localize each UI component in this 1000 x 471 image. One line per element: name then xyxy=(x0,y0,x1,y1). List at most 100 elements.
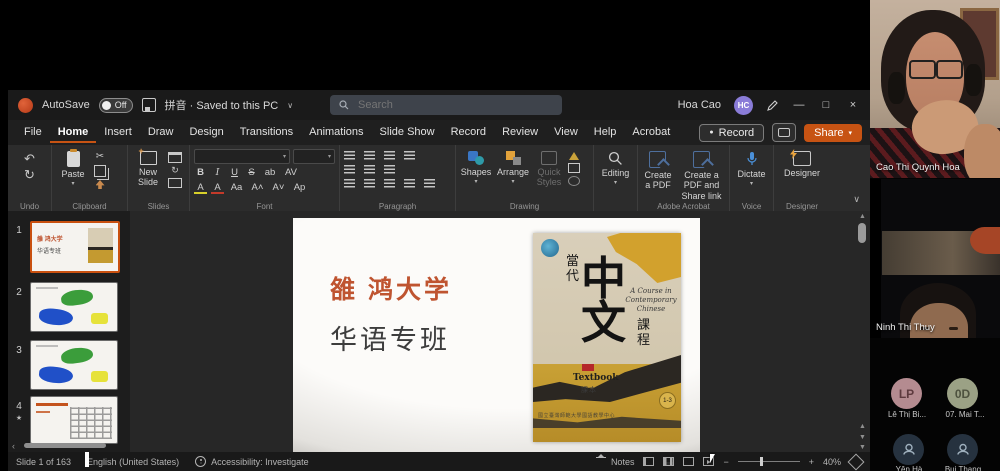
shape-outline-icon[interactable] xyxy=(568,163,580,173)
language-status[interactable]: English (United States) xyxy=(87,457,179,467)
highlight-button[interactable]: A xyxy=(194,182,207,194)
avatar[interactable]: HC xyxy=(734,96,753,115)
powerpoint-icon[interactable] xyxy=(18,98,33,113)
menu-tab-design[interactable]: Design xyxy=(181,122,231,143)
reading-view-button[interactable] xyxy=(683,457,694,466)
slide-canvas[interactable]: 雒 鸿大学 华语专班 當代 中文 課程 A Course in Contempo… xyxy=(293,218,700,452)
redo-icon[interactable]: ↻ xyxy=(24,168,35,181)
quick-styles-button[interactable]: Quick Styles xyxy=(534,149,564,188)
indent-less-icon[interactable] xyxy=(344,165,355,174)
text-direction-icon[interactable] xyxy=(364,165,375,174)
section-icon[interactable] xyxy=(168,178,182,188)
reset-icon[interactable]: ↻ xyxy=(171,166,179,175)
previous-slide-icon[interactable]: ▲ xyxy=(857,423,868,430)
grow-font-button[interactable]: A˄ xyxy=(249,182,266,194)
menu-tab-help[interactable]: Help xyxy=(586,122,625,143)
underline-button[interactable]: U xyxy=(228,167,241,179)
align-text-icon[interactable] xyxy=(384,165,395,174)
slide-title-line2[interactable]: 华语专班 xyxy=(330,318,450,357)
strikethrough-button[interactable]: S xyxy=(245,167,258,179)
thumbnail-scroll-left-icon[interactable]: ‹ xyxy=(12,441,15,451)
arrange-button[interactable]: Arrange ▾ xyxy=(496,149,530,186)
zoom-slider[interactable] xyxy=(738,461,800,462)
menu-tab-transitions[interactable]: Transitions xyxy=(232,122,301,143)
text-effects-button[interactable]: AV xyxy=(282,167,300,179)
thumbnail-horizontal-scrollbar[interactable] xyxy=(24,443,106,448)
shape-effects-icon[interactable] xyxy=(568,176,580,186)
vertical-scrollbar[interactable]: ▲ ▲ ▼ ▼ xyxy=(857,211,868,452)
menu-tab-record[interactable]: Record xyxy=(443,122,494,143)
bullets-icon[interactable] xyxy=(344,151,355,160)
menu-tab-animations[interactable]: Animations xyxy=(301,122,371,143)
slide-1-thumbnail[interactable]: 雒 鸿大学 华语专班 xyxy=(30,221,120,273)
fit-slide-button[interactable] xyxy=(848,453,865,470)
participant-video-2[interactable]: Ninh Thi Thuy xyxy=(870,179,1000,338)
line-spacing-icon[interactable] xyxy=(404,151,415,160)
create-pdf-button[interactable]: Create a PDF xyxy=(642,149,674,191)
scroll-up-icon[interactable]: ▲ xyxy=(857,213,868,220)
change-case-button[interactable]: Aa xyxy=(228,182,245,194)
search-box[interactable] xyxy=(330,95,562,115)
shape-fill-icon[interactable] xyxy=(569,152,579,160)
minimize-button[interactable]: — xyxy=(792,99,806,111)
pen-icon[interactable] xyxy=(766,99,779,112)
font-color-button[interactable]: A xyxy=(211,182,224,194)
slide-sorter-view-button[interactable] xyxy=(663,457,674,466)
menu-tab-home[interactable]: Home xyxy=(50,122,97,143)
numbering-icon[interactable] xyxy=(364,151,375,160)
justify-icon[interactable] xyxy=(404,179,415,188)
participant-5-avatar[interactable] xyxy=(893,434,924,465)
zoom-slider-thumb[interactable] xyxy=(760,457,763,466)
share-button[interactable]: Share ▾ xyxy=(804,124,862,142)
participant-6-avatar[interactable] xyxy=(947,434,978,465)
align-right-icon[interactable] xyxy=(384,179,395,188)
undo-icon[interactable]: ↶ xyxy=(24,152,35,165)
new-slide-button[interactable]: New Slide xyxy=(132,149,164,188)
menu-tab-file[interactable]: File xyxy=(16,122,50,143)
normal-view-button[interactable] xyxy=(643,457,654,466)
copy-icon[interactable] xyxy=(94,165,106,177)
character-spacing-button[interactable]: ab xyxy=(262,167,278,179)
zoom-out-button[interactable]: − xyxy=(723,457,728,467)
record-button[interactable]: ● Record xyxy=(699,124,764,142)
menu-tab-view[interactable]: View xyxy=(546,122,586,143)
format-painter-icon[interactable] xyxy=(96,180,105,189)
slide-4-thumbnail[interactable] xyxy=(30,396,118,444)
font-size-combo[interactable]: ▾ xyxy=(293,149,335,164)
document-title[interactable]: 拼音 · Saved to this PC xyxy=(165,97,279,113)
font-name-combo[interactable]: ▾ xyxy=(194,149,290,164)
italic-button[interactable]: I xyxy=(211,167,224,179)
scrollbar-thumb[interactable] xyxy=(858,223,866,243)
participant-4-avatar[interactable]: 0D xyxy=(947,378,978,409)
slide-2-thumbnail[interactable] xyxy=(30,282,118,332)
search-input[interactable] xyxy=(356,98,520,112)
maximize-button[interactable]: □ xyxy=(819,99,833,111)
slide-title-line1[interactable]: 雒 鸿大学 xyxy=(330,270,452,306)
next-slide-icon[interactable]: ▼ xyxy=(857,434,868,441)
layout-icon[interactable] xyxy=(168,152,182,163)
shapes-button[interactable]: Shapes ▾ xyxy=(460,149,492,186)
shrink-font-button[interactable]: A˅ xyxy=(270,182,287,194)
editing-button[interactable]: Editing ▾ xyxy=(598,149,633,187)
account-name[interactable]: Hoa Cao xyxy=(678,99,721,111)
clear-formatting-button[interactable]: Ap xyxy=(291,182,308,194)
menu-tab-slide-show[interactable]: Slide Show xyxy=(372,122,443,143)
create-pdf-share-button[interactable]: Create a PDF and Share link xyxy=(678,149,725,201)
align-center-icon[interactable] xyxy=(364,179,375,188)
next-slide2-icon[interactable]: ▼ xyxy=(857,444,868,451)
zoom-in-button[interactable]: + xyxy=(809,457,814,467)
zoom-level[interactable]: 40% xyxy=(823,457,841,467)
save-icon[interactable] xyxy=(142,98,156,112)
indent-more-icon[interactable] xyxy=(384,151,395,160)
collapse-ribbon-icon[interactable]: ∨ xyxy=(853,194,860,205)
comments-button[interactable] xyxy=(772,123,796,142)
columns-icon[interactable] xyxy=(424,179,435,188)
close-button[interactable]: × xyxy=(846,99,860,111)
participant-3-avatar[interactable]: LP xyxy=(891,378,922,409)
slide-counter[interactable]: Slide 1 of 163 xyxy=(16,457,71,467)
menu-tab-draw[interactable]: Draw xyxy=(140,122,182,143)
accessibility-status[interactable]: Accessibility: Investigate xyxy=(195,456,309,467)
paste-button[interactable]: Paste ▾ xyxy=(56,149,90,188)
book-cover-image[interactable]: 當代 中文 課程 A Course in Contemporary Chines… xyxy=(533,233,681,442)
align-left-icon[interactable] xyxy=(344,179,355,188)
